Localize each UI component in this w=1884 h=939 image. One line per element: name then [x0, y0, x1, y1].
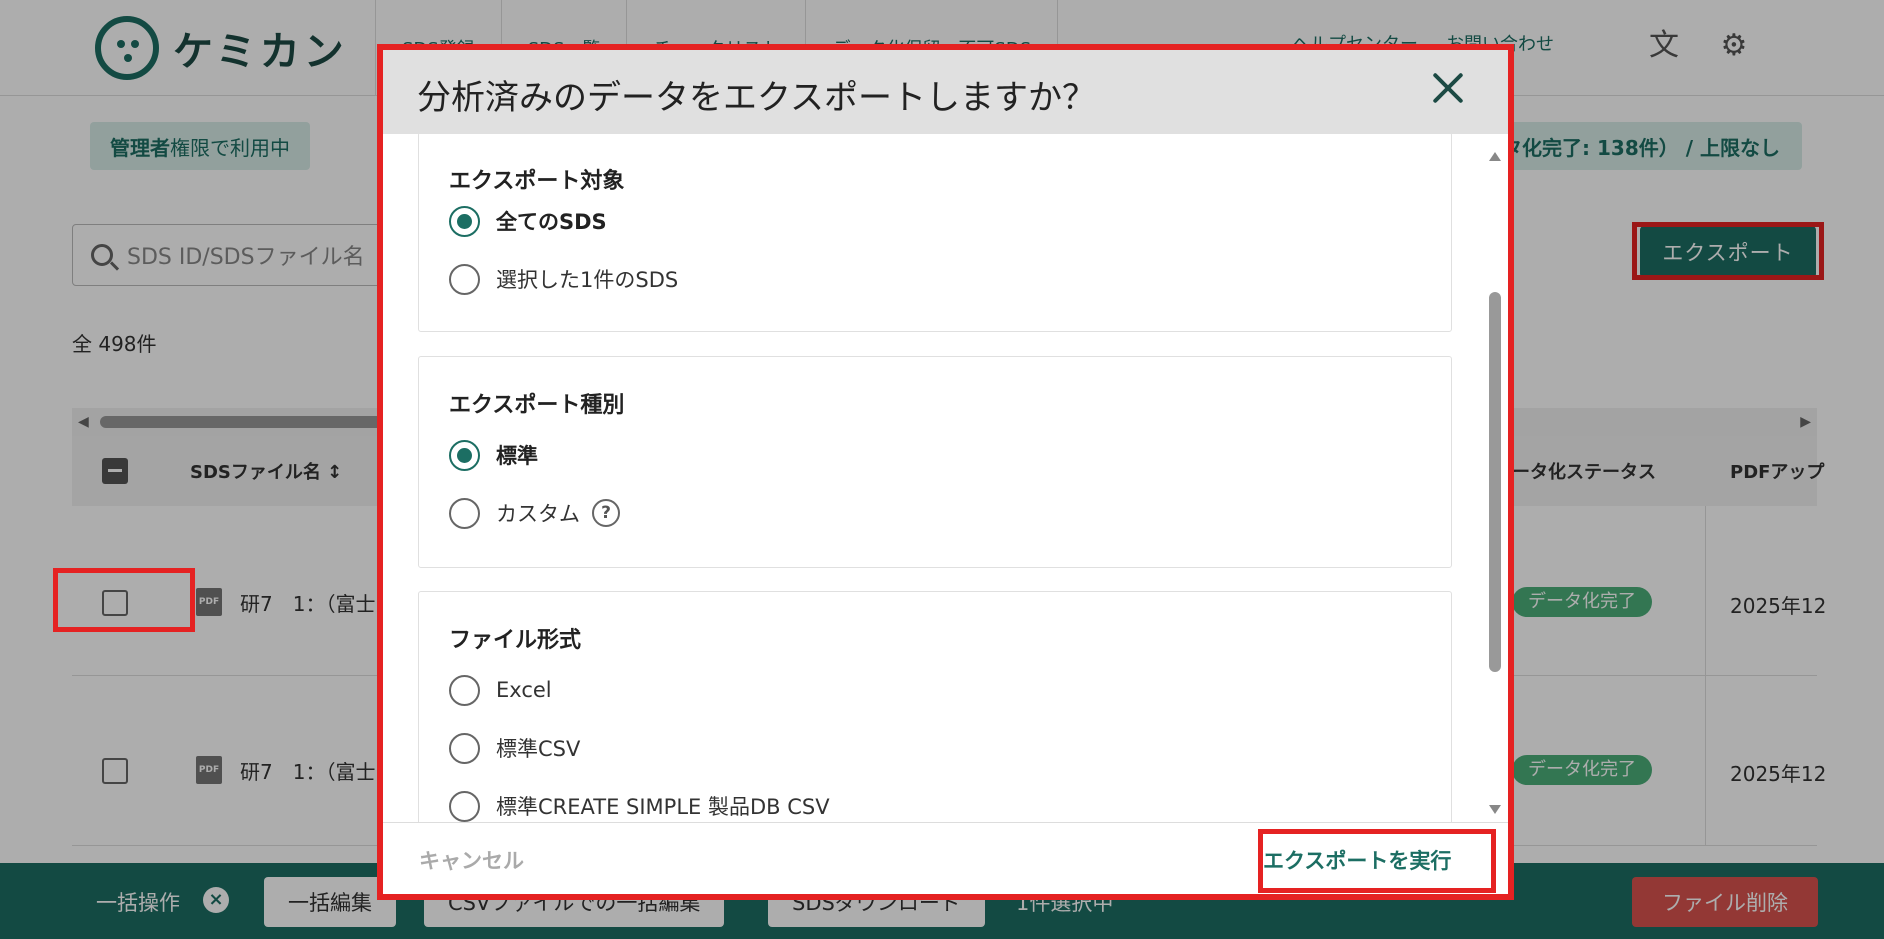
option-label: 選択した1件のSDS: [496, 268, 679, 292]
radio-checked-icon[interactable]: [449, 205, 480, 237]
radio-unchecked-icon[interactable]: [449, 497, 480, 529]
option-label: 標準CREATE SIMPLE 製品DB CSV: [496, 795, 830, 819]
radio-unchecked-icon[interactable]: [449, 263, 480, 295]
help-icon[interactable]: ?: [592, 499, 620, 527]
option-label: 全てのSDS: [496, 210, 607, 234]
dialog-header: 分析済みのデータをエクスポートしますか？: [381, 46, 1510, 134]
radio-all-sds[interactable]: 全てのSDS: [449, 205, 607, 237]
cancel-button[interactable]: キャンセル: [419, 845, 524, 875]
dialog-footer: キャンセル エクスポートを実行: [381, 822, 1510, 897]
option-label: 標準CSV: [496, 737, 581, 761]
radio-excel[interactable]: Excel: [449, 674, 552, 706]
section-title: エクスポート対象: [449, 169, 625, 194]
run-export-button[interactable]: エクスポートを実行: [1263, 845, 1451, 875]
section-title: エクスポート種別: [449, 393, 625, 418]
section-title: ファイル形式: [449, 628, 582, 653]
radio-custom[interactable]: カスタム ?: [449, 497, 620, 529]
file-format-section: ファイル形式 Excel 標準CSV 標準CREATE SIMPLE 製品DB …: [418, 591, 1452, 822]
scroll-up-icon[interactable]: [1489, 152, 1501, 161]
export-type-section: エクスポート種別 標準 カスタム ?: [418, 356, 1452, 568]
radio-selected-sds[interactable]: 選択した1件のSDS: [449, 263, 678, 295]
close-icon[interactable]: [1428, 68, 1468, 108]
option-label: Excel: [496, 678, 552, 702]
scroll-down-icon[interactable]: [1489, 805, 1501, 814]
radio-create-simple-csv[interactable]: 標準CREATE SIMPLE 製品DB CSV: [449, 790, 830, 822]
radio-standard[interactable]: 標準: [449, 439, 538, 471]
scrollbar-thumb[interactable]: [1489, 292, 1501, 672]
export-dialog: 分析済みのデータをエクスポートしますか？ エクスポート対象 全てのSDS 選択し…: [381, 46, 1510, 897]
radio-checked-icon[interactable]: [449, 439, 480, 471]
radio-unchecked-icon[interactable]: [449, 674, 480, 706]
export-target-section: エクスポート対象 全てのSDS 選択した1件のSDS: [418, 134, 1452, 332]
radio-unchecked-icon[interactable]: [449, 790, 480, 822]
dialog-title: 分析済みのデータをエクスポートしますか？: [417, 78, 1096, 118]
option-label: 標準: [496, 444, 538, 468]
dialog-body: エクスポート対象 全てのSDS 選択した1件のSDS エクスポート種別 標準 カ…: [381, 134, 1510, 822]
radio-unchecked-icon[interactable]: [449, 732, 480, 764]
option-label: カスタム: [496, 502, 580, 526]
vertical-scrollbar[interactable]: [1484, 142, 1506, 824]
radio-standard-csv[interactable]: 標準CSV: [449, 732, 580, 764]
